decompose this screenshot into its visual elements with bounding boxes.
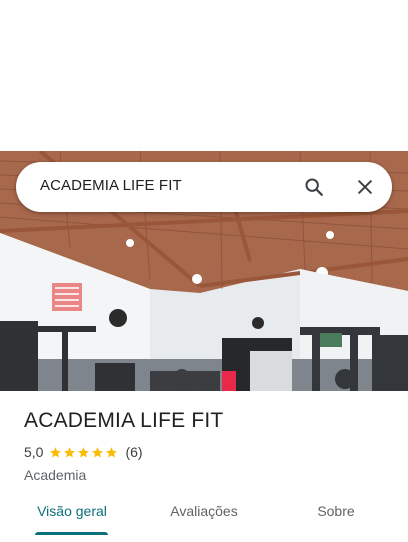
tab-reviews[interactable]: Avaliações xyxy=(154,503,254,519)
tab-about[interactable]: Sobre xyxy=(286,503,386,519)
search-input[interactable]: ACADEMIA LIFE FIT xyxy=(40,177,182,194)
star-icon xyxy=(92,446,104,457)
place-info: ACADEMIA LIFE FIT 5,0 (6) Academia xyxy=(24,407,394,484)
star-icon xyxy=(64,446,76,457)
search-bar[interactable]: ACADEMIA LIFE FIT xyxy=(16,162,392,212)
active-tab-indicator xyxy=(35,532,108,535)
place-tabs: Visão geral Avaliações Sobre xyxy=(0,495,408,542)
close-icon[interactable] xyxy=(351,173,379,201)
place-category[interactable]: Academia xyxy=(24,466,394,484)
rating-stars xyxy=(49,446,119,459)
star-icon xyxy=(106,446,118,457)
place-sheet: ACADEMIA LIFE FIT ACADEMIA LIFE FIT 5,0 xyxy=(0,0,408,542)
rating-value: 5,0 xyxy=(24,444,44,460)
review-count[interactable]: (6) xyxy=(125,444,142,460)
place-title: ACADEMIA LIFE FIT xyxy=(24,409,224,432)
search-icon[interactable] xyxy=(300,173,328,201)
star-icon xyxy=(50,446,62,457)
star-icon xyxy=(78,446,90,457)
rating-row[interactable]: 5,0 (6) xyxy=(24,443,394,461)
tab-overview[interactable]: Visão geral xyxy=(22,503,122,519)
